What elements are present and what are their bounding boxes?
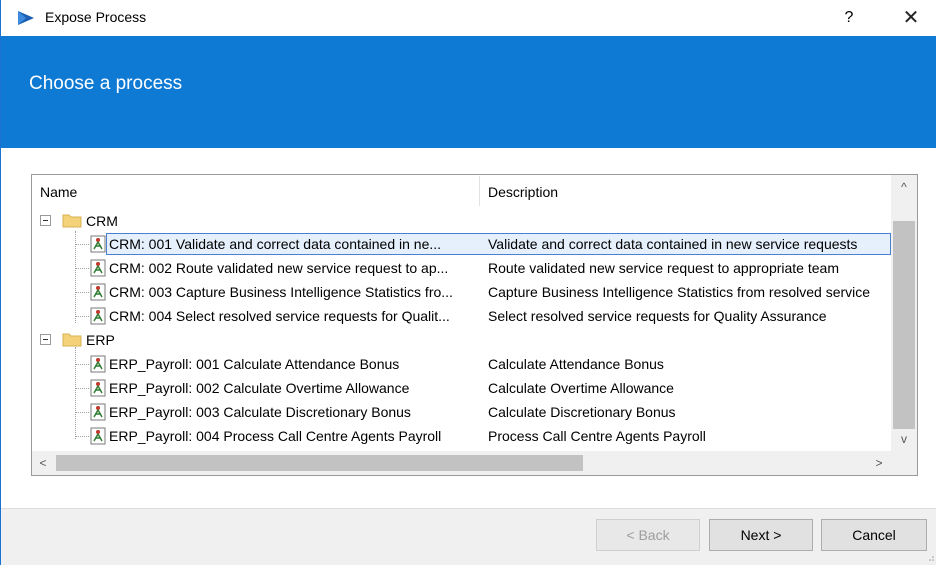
help-button[interactable]: ? bbox=[837, 6, 861, 30]
vertical-scrollbar[interactable]: ^ v bbox=[891, 175, 917, 451]
collapse-toggle-icon[interactable] bbox=[40, 215, 51, 226]
expose-process-dialog: Expose Process ? ✕ Choose a process Name… bbox=[0, 0, 936, 565]
process-tree-list[interactable]: Name Description CRM CRM: 001 Validate a… bbox=[31, 174, 918, 476]
process-icon bbox=[90, 307, 106, 325]
process-name: CRM: 003 Capture Business Intelligence S… bbox=[109, 284, 453, 300]
app-logo-icon bbox=[18, 11, 34, 25]
resize-grip-icon[interactable] bbox=[927, 555, 935, 563]
cancel-button[interactable]: Cancel bbox=[821, 519, 927, 551]
process-description: Select resolved service requests for Qua… bbox=[488, 308, 827, 324]
process-name: ERP_Payroll: 003 Calculate Discretionary… bbox=[109, 404, 411, 420]
process-icon bbox=[90, 283, 106, 301]
process-description: Validate and correct data contained in n… bbox=[488, 236, 858, 252]
next-button[interactable]: Next > bbox=[709, 519, 813, 551]
scroll-left-icon[interactable]: < bbox=[32, 451, 54, 475]
process-icon bbox=[90, 403, 106, 421]
tree-item-row[interactable]: ERP_Payroll: 001 Calculate Attendance Bo… bbox=[32, 352, 891, 376]
vertical-scroll-thumb[interactable] bbox=[893, 221, 915, 429]
back-button[interactable]: < Back bbox=[596, 519, 700, 551]
process-description: Capture Business Intelligence Statistics… bbox=[488, 284, 871, 300]
process-name: ERP_Payroll: 001 Calculate Attendance Bo… bbox=[109, 356, 400, 372]
process-description: Calculate Discretionary Bonus bbox=[488, 404, 676, 420]
tree-item-row[interactable]: CRM: 003 Capture Business Intelligence S… bbox=[32, 280, 891, 304]
process-name: CRM: 002 Route validated new service req… bbox=[109, 260, 449, 276]
scroll-up-icon[interactable]: ^ bbox=[891, 175, 917, 199]
column-header-row: Name Description bbox=[32, 175, 891, 208]
process-icon bbox=[90, 259, 106, 277]
process-description: Route validated new service request to a… bbox=[488, 260, 839, 276]
folder-icon bbox=[62, 333, 82, 347]
process-icon bbox=[90, 379, 106, 397]
process-icon bbox=[90, 355, 106, 373]
tree-group-row[interactable]: CRM bbox=[32, 209, 891, 233]
window-title: Expose Process bbox=[45, 9, 147, 25]
column-header-name[interactable]: Name bbox=[40, 184, 77, 200]
process-description: Calculate Attendance Bonus bbox=[488, 356, 664, 372]
group-name: CRM bbox=[86, 213, 118, 229]
group-name: ERP bbox=[86, 332, 115, 348]
column-header-description[interactable]: Description bbox=[488, 184, 558, 200]
title-bar: Expose Process ? ✕ bbox=[1, 0, 936, 36]
scrollbar-corner bbox=[891, 451, 917, 475]
tree-group-row[interactable]: ERP bbox=[32, 328, 891, 352]
process-icon bbox=[90, 427, 106, 445]
tree-item-row[interactable]: CRM: 004 Select resolved service request… bbox=[32, 304, 891, 328]
tree-item-row[interactable]: ERP_Payroll: 002 Calculate Overtime Allo… bbox=[32, 376, 891, 400]
header-banner: Choose a process bbox=[1, 36, 936, 148]
scroll-down-icon[interactable]: v bbox=[891, 427, 917, 451]
horizontal-scrollbar[interactable]: < > bbox=[32, 451, 891, 475]
process-name: CRM: 004 Select resolved service request… bbox=[109, 308, 450, 324]
process-description: Process Call Centre Agents Payroll bbox=[488, 428, 706, 444]
column-divider[interactable] bbox=[479, 176, 480, 206]
process-name: ERP_Payroll: 004 Process Call Centre Age… bbox=[109, 428, 442, 444]
tree-item-row[interactable]: CRM: 002 Route validated new service req… bbox=[32, 256, 891, 280]
folder-icon bbox=[62, 214, 82, 228]
scroll-right-icon[interactable]: > bbox=[868, 451, 890, 475]
page-title: Choose a process bbox=[29, 73, 183, 94]
tree-item-row[interactable]: ERP_Payroll: 004 Process Call Centre Age… bbox=[32, 424, 891, 448]
process-name: CRM: 001 Validate and correct data conta… bbox=[109, 236, 442, 252]
horizontal-scroll-thumb[interactable] bbox=[56, 455, 583, 471]
process-name: ERP_Payroll: 002 Calculate Overtime Allo… bbox=[109, 380, 410, 396]
close-button[interactable]: ✕ bbox=[897, 6, 925, 30]
tree-item-row[interactable]: CRM: 001 Validate and correct data conta… bbox=[32, 232, 891, 256]
collapse-toggle-icon[interactable] bbox=[40, 334, 51, 345]
process-icon bbox=[90, 235, 106, 253]
tree-item-row[interactable]: ERP_Payroll: 003 Calculate Discretionary… bbox=[32, 400, 891, 424]
process-description: Calculate Overtime Allowance bbox=[488, 380, 674, 396]
